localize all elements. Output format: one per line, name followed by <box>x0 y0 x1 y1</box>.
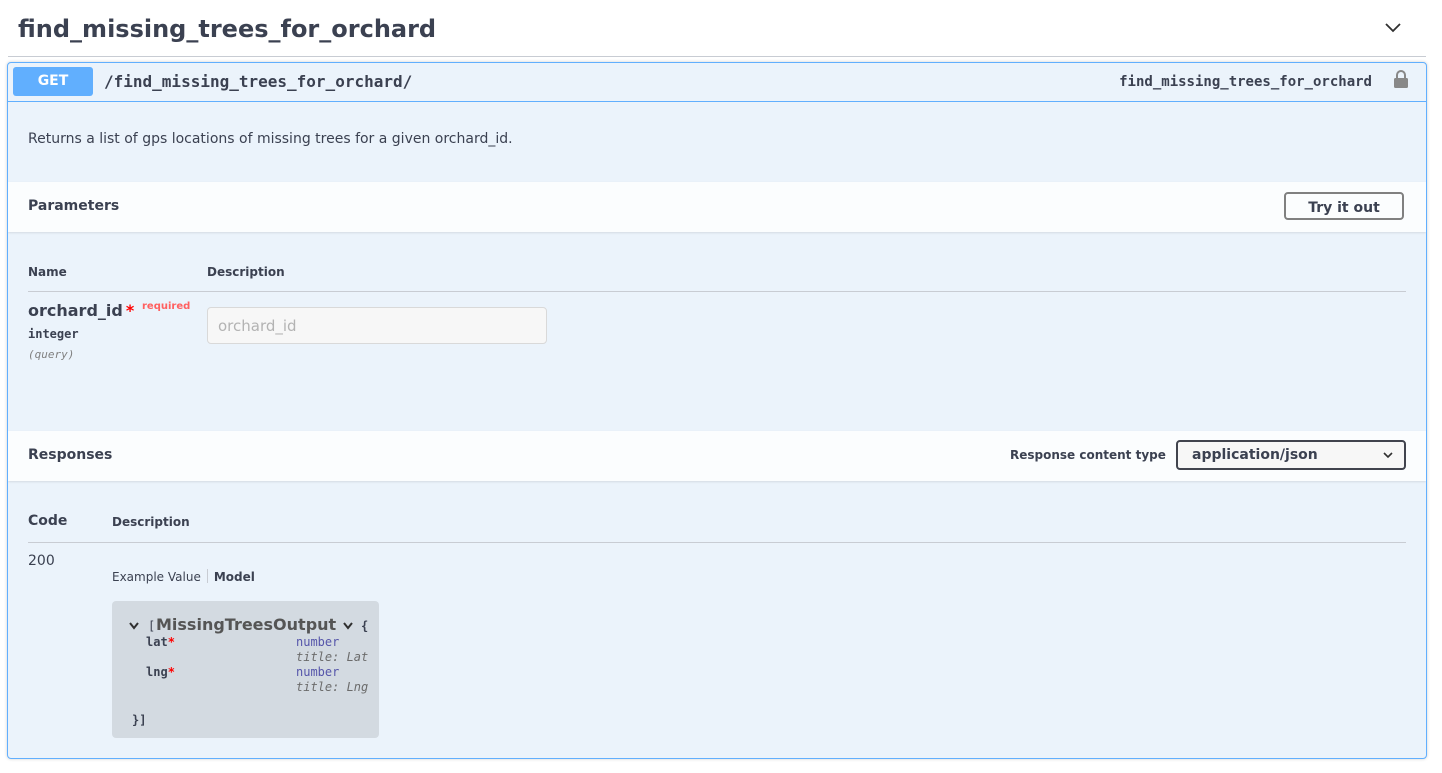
operation-description: Returns a list of gps locations of missi… <box>28 131 513 147</box>
model-prop-title: title: Lat <box>296 650 369 664</box>
required-label: required <box>142 301 191 312</box>
responses-col-description: Description <box>112 515 190 529</box>
chevron-down-icon[interactable] <box>342 621 354 631</box>
model-title[interactable]: MissingTreesOutput <box>156 615 336 634</box>
parameters-divider <box>28 291 1406 292</box>
param-type: integer <box>28 327 79 341</box>
operation-summary[interactable]: GET /find_missing_trees_for_orchard/ fin… <box>8 63 1426 102</box>
parameters-header: Parameters Try it out <box>8 182 1426 232</box>
operation-block: GET /find_missing_trees_for_orchard/ fin… <box>7 62 1427 759</box>
param-name: orchard_id * <box>28 301 135 320</box>
model-open-bracket: [ <box>148 619 156 633</box>
model-prop-title: title: Lng <box>296 680 369 694</box>
operation-path: /find_missing_trees_for_orchard/ <box>104 72 413 91</box>
lock-icon[interactable] <box>1393 69 1409 89</box>
model-prop-name: lat* <box>146 635 175 649</box>
required-star: * <box>167 635 175 649</box>
chevron-down-icon <box>1383 452 1393 459</box>
response-content-type-label: Response content type <box>1010 448 1166 462</box>
responses-col-code: Code <box>28 513 68 529</box>
response-content-type-select[interactable]: application/json <box>1176 440 1406 470</box>
tab-example-value[interactable]: Example Value <box>112 570 201 584</box>
model-close: }] <box>132 713 147 727</box>
try-it-out-button[interactable]: Try it out <box>1284 192 1404 220</box>
model-open-brace: { <box>361 619 369 633</box>
response-code: 200 <box>28 553 55 569</box>
parameters-col-name: Name <box>28 265 67 279</box>
parameters-title: Parameters <box>28 198 120 214</box>
responses-divider <box>28 542 1406 543</box>
operation-id: find_missing_trees_for_orchard <box>1119 74 1372 90</box>
orchard-id-input[interactable] <box>207 307 547 344</box>
selected-content-type: application/json <box>1192 447 1318 463</box>
parameters-col-description: Description <box>207 265 285 279</box>
responses-title: Responses <box>28 447 113 463</box>
tag-title: find_missing_trees_for_orchard <box>18 15 437 43</box>
tag-header[interactable]: find_missing_trees_for_orchard <box>8 0 1426 57</box>
responses-header: Responses Response content type applicat… <box>8 431 1426 481</box>
response-tabs: Example Value Model <box>112 569 255 584</box>
chevron-down-icon[interactable] <box>1383 18 1403 38</box>
model-prop-type: number <box>296 635 340 649</box>
model-prop-type: number <box>296 665 340 679</box>
tab-separator <box>206 569 208 583</box>
chevron-down-icon[interactable] <box>128 621 140 631</box>
model-box: [ MissingTreesOutput { lat* number title… <box>112 601 379 738</box>
tab-model[interactable]: Model <box>214 570 255 584</box>
required-star: * <box>167 665 175 679</box>
param-location: (query) <box>28 348 75 361</box>
required-star: * <box>125 301 135 320</box>
method-badge: GET <box>13 67 93 96</box>
model-prop-name: lng* <box>146 665 175 679</box>
